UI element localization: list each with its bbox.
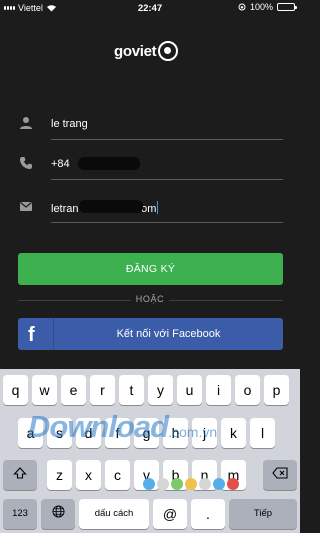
facebook-icon-box: f [18,318,54,350]
shift-icon [13,467,27,479]
watermark-dot [143,478,155,490]
key-t[interactable]: t [119,375,144,405]
register-button[interactable]: ĐĂNG KÝ [18,253,283,285]
shift-key[interactable] [3,460,37,490]
watermark-dot [157,478,169,490]
phone-field[interactable]: +84 [51,150,283,180]
key-k[interactable]: k [221,418,246,448]
watermark-dots [143,478,239,490]
backspace-icon [272,467,288,479]
key-d[interactable]: d [76,418,101,448]
rotation-lock-icon [238,3,246,11]
key-q[interactable]: q [3,375,28,405]
key-o[interactable]: o [235,375,260,405]
person-icon [20,117,32,129]
key-r[interactable]: r [90,375,115,405]
key-c[interactable]: c [105,460,130,490]
key-f[interactable]: f [105,418,130,448]
watermark-dot [213,478,225,490]
key-i[interactable]: i [206,375,231,405]
key-e[interactable]: e [61,375,86,405]
facebook-button-label: Kết nối với Facebook [116,328,221,340]
name-row: le trang [0,110,300,140]
return-key[interactable]: Tiếp [229,499,297,529]
key-y[interactable]: y [148,375,173,405]
key-h[interactable]: h [163,418,188,448]
key-g[interactable]: g [134,418,159,448]
key-w[interactable]: w [32,375,57,405]
watermark-dot [171,478,183,490]
key-z[interactable]: z [47,460,72,490]
phone-redaction [78,157,140,170]
watermark-dot [185,478,197,490]
text-caret [157,201,159,214]
logo-text: goviet [114,42,157,60]
email-row: letran .com [0,193,300,223]
key-u[interactable]: u [177,375,202,405]
name-field[interactable]: le trang [51,110,283,140]
watermark-dot [199,478,211,490]
logo-mark-icon [158,41,179,61]
watermark-dot [227,478,239,490]
dot-key[interactable]: . [191,499,225,529]
status-bar: Viettel 22:47 100% [0,0,300,16]
phone-row: +84 [0,150,300,180]
key-l[interactable]: l [250,418,275,448]
phone-icon [20,157,32,169]
key-j[interactable]: j [192,418,217,448]
battery-group: 100% [238,2,297,12]
battery-percent: 100% [249,2,273,12]
space-key[interactable]: dấu cách [79,499,149,529]
numbers-key[interactable]: 123 [3,499,37,529]
or-label: HOẶC [131,294,169,304]
key-x[interactable]: x [76,460,101,490]
backspace-key[interactable] [263,460,297,490]
facebook-connect-button[interactable]: f Kết nối với Facebook [18,318,283,350]
name-value: le trang [51,118,88,130]
on-screen-keyboard: q w e r t y u i o p a s d f g h j k l z … [0,369,300,533]
battery-icon [277,3,297,11]
email-field[interactable]: letran .com [51,193,283,223]
globe-icon [51,505,65,518]
facebook-icon: f [28,324,35,346]
key-a[interactable]: a [18,418,43,448]
email-value-start: letran [51,203,79,215]
goviet-logo: goviet [114,40,179,62]
email-icon [20,202,32,211]
globe-key[interactable] [41,499,75,529]
phone-prefix: +84 [51,158,70,170]
email-redaction [79,200,143,213]
key-p[interactable]: p [264,375,289,405]
at-key[interactable]: @ [153,499,187,529]
key-s[interactable]: s [47,418,72,448]
